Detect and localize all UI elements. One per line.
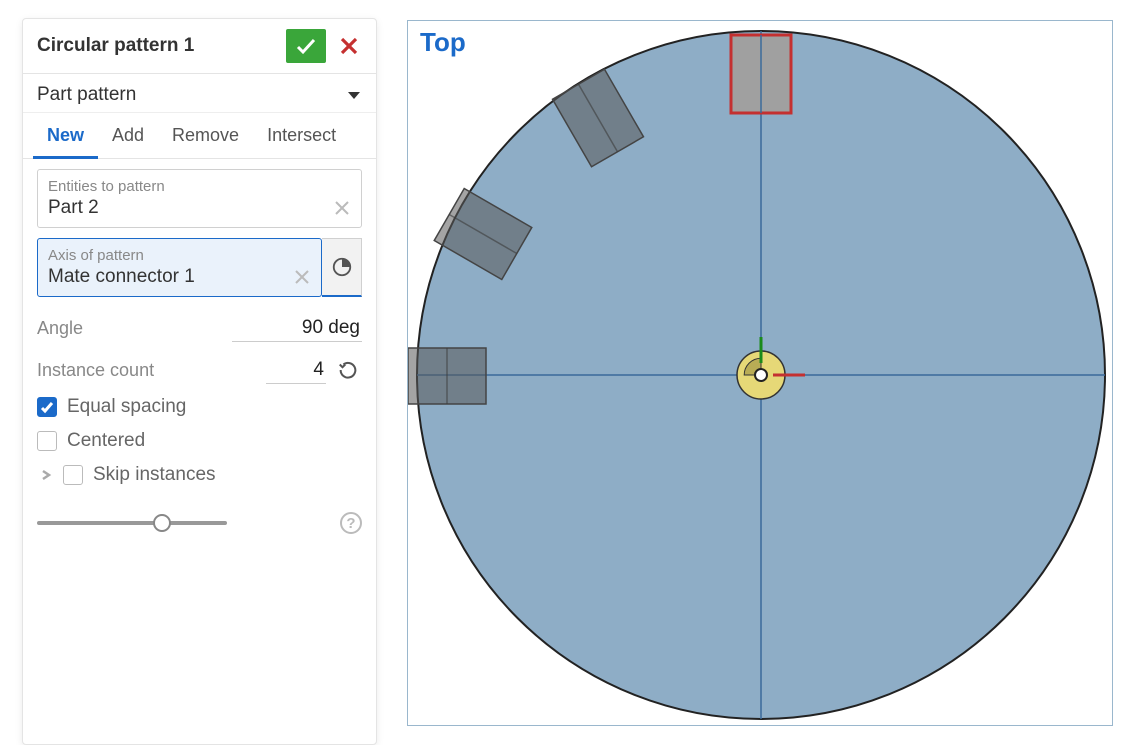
centered-label: Centered	[67, 430, 145, 452]
centered-checkbox[interactable]	[37, 431, 57, 451]
entities-label: Entities to pattern	[48, 178, 351, 195]
accept-button[interactable]	[286, 29, 326, 63]
close-icon	[340, 37, 358, 55]
dialog-title: Circular pattern 1	[37, 35, 286, 57]
viewport-canvas	[408, 21, 1114, 727]
entities-value: Part 2	[48, 197, 333, 219]
angle-row: Angle	[37, 307, 362, 348]
flip-icon	[337, 359, 359, 381]
angle-label: Angle	[37, 318, 232, 339]
opacity-slider[interactable]	[37, 521, 227, 525]
tab-add[interactable]: Add	[98, 113, 158, 158]
cancel-button[interactable]	[332, 29, 366, 63]
dialog-footer: ?	[23, 496, 376, 548]
instance-count-label: Instance count	[37, 360, 266, 381]
mate-connector-button[interactable]	[322, 238, 362, 297]
chevron-down-icon	[348, 92, 360, 99]
flip-direction-button[interactable]	[334, 356, 362, 384]
graphics-viewport[interactable]: Top	[407, 20, 1113, 726]
expand-skip-icon[interactable]	[37, 466, 55, 484]
pattern-type-label: Part pattern	[37, 84, 348, 106]
tab-remove[interactable]: Remove	[158, 113, 253, 158]
centered-row[interactable]: Centered	[37, 424, 362, 458]
view-orientation-label: Top	[420, 27, 466, 58]
equal-spacing-checkbox[interactable]	[37, 397, 57, 417]
axis-value: Mate connector 1	[48, 266, 293, 288]
check-icon	[294, 34, 318, 58]
axis-field[interactable]: Axis of pattern Mate connector 1	[37, 238, 322, 297]
equal-spacing-row[interactable]: Equal spacing	[37, 390, 362, 424]
tab-intersect[interactable]: Intersect	[253, 113, 350, 158]
feature-dialog: Circular pattern 1 Part pattern New Add …	[22, 18, 377, 745]
pattern-type-dropdown[interactable]: Part pattern	[23, 74, 376, 113]
instance-count-row: Instance count	[37, 348, 362, 390]
clear-axis-icon[interactable]	[293, 268, 311, 286]
equal-spacing-label: Equal spacing	[67, 396, 186, 418]
mate-connector-icon	[331, 256, 353, 278]
help-icon: ?	[346, 515, 355, 532]
clear-entities-icon[interactable]	[333, 199, 351, 217]
skip-instances-label: Skip instances	[93, 464, 216, 486]
entities-field[interactable]: Entities to pattern Part 2	[37, 169, 362, 228]
tab-new[interactable]: New	[33, 113, 98, 159]
angle-input[interactable]	[232, 315, 362, 342]
axis-label: Axis of pattern	[48, 247, 311, 264]
boolean-tabs: New Add Remove Intersect	[23, 113, 376, 159]
skip-instances-row[interactable]: Skip instances	[37, 458, 362, 492]
instance-count-input[interactable]	[266, 357, 326, 384]
skip-instances-checkbox[interactable]	[63, 465, 83, 485]
check-icon	[40, 400, 54, 414]
dialog-header: Circular pattern 1	[23, 19, 376, 74]
slider-thumb[interactable]	[153, 514, 171, 532]
help-button[interactable]: ?	[340, 512, 362, 534]
